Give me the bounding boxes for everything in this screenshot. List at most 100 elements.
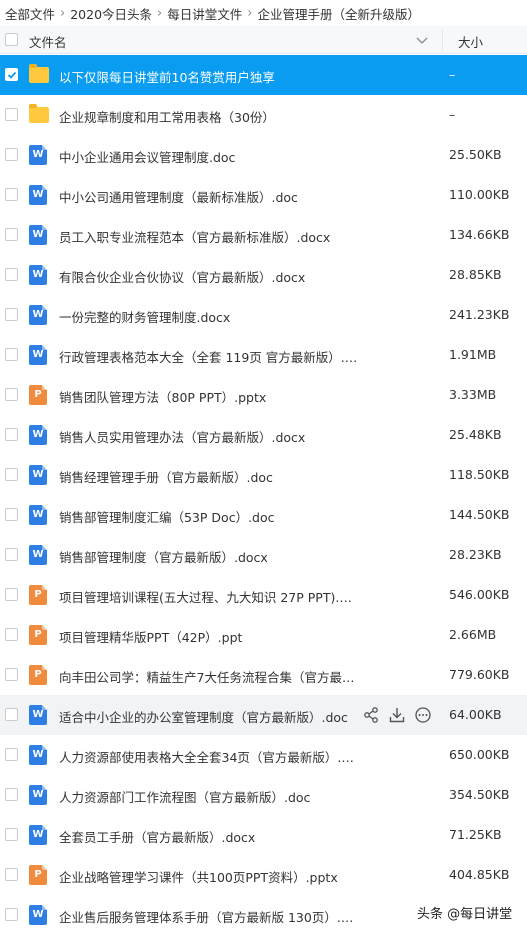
file-row[interactable]: W 销售部管理制度汇编（53P Doc）.doc 144.50KB: [0, 495, 527, 535]
file-name[interactable]: 员工入职专业流程范本（官方最新标准版）.docx: [59, 227, 359, 246]
column-header-name[interactable]: 文件名: [29, 32, 67, 51]
file-row[interactable]: W 销售部管理制度（官方最新版）.docx 28.23KB: [0, 535, 527, 575]
file-size: 546.00KB: [449, 587, 510, 602]
word-file-icon: W: [29, 825, 47, 845]
row-checkbox[interactable]: [5, 148, 18, 161]
row-checkbox[interactable]: [5, 428, 18, 441]
breadcrumb-daily-files[interactable]: 每日讲堂文件: [167, 4, 242, 23]
row-checkbox[interactable]: [5, 68, 18, 81]
file-row[interactable]: W 一份完整的财务管理制度.docx 241.23KB: [0, 295, 527, 335]
file-row[interactable]: W 全套员工手册（官方最新版）.docx 71.25KB: [0, 815, 527, 855]
row-checkbox[interactable]: [5, 748, 18, 761]
file-name[interactable]: 人力资源部门工作流程图（官方最新版）.doc: [59, 787, 359, 806]
file-row[interactable]: W 适合中小企业的办公室管理制度（官方最新版）.doc 64.00KB: [0, 695, 527, 735]
breadcrumb-all-files[interactable]: 全部文件: [5, 4, 55, 23]
file-size: –: [449, 67, 456, 82]
file-size: 71.25KB: [449, 827, 502, 842]
file-name[interactable]: 以下仅限每日讲堂前10名赞赏用户独享: [59, 67, 359, 86]
file-size: 25.48KB: [449, 427, 502, 442]
row-checkbox[interactable]: [5, 708, 18, 721]
file-row[interactable]: W 销售人员实用管理办法（官方最新版）.docx 25.48KB: [0, 415, 527, 455]
ppt-file-icon: P: [29, 625, 47, 645]
breadcrumb-separator: ›: [157, 5, 163, 21]
column-divider: [442, 30, 443, 50]
file-row[interactable]: W 人力资源部使用表格大全全套34页（官方最新版）.doc 650.00KB: [0, 735, 527, 775]
file-name[interactable]: 项目管理精华版PPT（42P）.ppt: [59, 627, 359, 646]
file-row[interactable]: W 中小企业通用会议管理制度.doc 25.50KB: [0, 135, 527, 175]
row-actions: [362, 706, 432, 724]
file-name[interactable]: 一份完整的财务管理制度.docx: [59, 307, 359, 326]
row-checkbox[interactable]: [5, 188, 18, 201]
file-size: 3.33MB: [449, 387, 497, 402]
row-checkbox[interactable]: [5, 308, 18, 321]
row-checkbox[interactable]: [5, 508, 18, 521]
more-icon[interactable]: [414, 706, 432, 724]
file-name[interactable]: 销售经理管理手册（官方最新版）.doc: [59, 467, 359, 486]
file-row[interactable]: P 项目管理培训课程(五大过程、九大知识 27P PPT).ppt 546.00KB: [0, 575, 527, 615]
file-name[interactable]: 有限合伙企业合伙协议（官方最新版）.docx: [59, 267, 359, 286]
row-checkbox[interactable]: [5, 588, 18, 601]
file-size: 1.91MB: [449, 347, 497, 362]
file-row[interactable]: P 企业战略管理学习课件（共100页PPT资料）.pptx 404.85KB: [0, 855, 527, 895]
word-file-icon: W: [29, 185, 47, 205]
file-name[interactable]: 全套员工手册（官方最新版）.docx: [59, 827, 359, 846]
row-checkbox[interactable]: [5, 348, 18, 361]
file-name[interactable]: 企业战略管理学习课件（共100页PPT资料）.pptx: [59, 867, 359, 886]
file-row[interactable]: 以下仅限每日讲堂前10名赞赏用户独享 –: [0, 55, 527, 95]
word-file-icon: W: [29, 145, 47, 165]
file-row[interactable]: W 中小公司通用管理制度（最新标准版）.doc 110.00KB: [0, 175, 527, 215]
row-checkbox[interactable]: [5, 908, 18, 921]
file-row[interactable]: W 员工入职专业流程范本（官方最新标准版）.docx 134.66KB: [0, 215, 527, 255]
file-name[interactable]: 中小公司通用管理制度（最新标准版）.doc: [59, 187, 359, 206]
download-icon[interactable]: [388, 706, 406, 724]
file-name[interactable]: 销售部管理制度汇编（53P Doc）.doc: [59, 507, 359, 526]
list-header: 文件名 大小: [0, 26, 527, 54]
file-name[interactable]: 销售团队管理方法（80P PPT）.pptx: [59, 387, 359, 406]
file-name[interactable]: 向丰田公司学：精益生产7大任务流程合集（官方最新...: [59, 667, 359, 686]
row-checkbox[interactable]: [5, 628, 18, 641]
file-name[interactable]: 企业规章制度和用工常用表格（30份）: [59, 107, 359, 126]
file-row[interactable]: P 向丰田公司学：精益生产7大任务流程合集（官方最新... 779.60KB: [0, 655, 527, 695]
file-name[interactable]: 适合中小企业的办公室管理制度（官方最新版）.doc: [59, 707, 359, 726]
row-checkbox[interactable]: [5, 548, 18, 561]
file-size: 354.50KB: [449, 787, 510, 802]
file-row[interactable]: P 项目管理精华版PPT（42P）.ppt 2.66MB: [0, 615, 527, 655]
row-checkbox[interactable]: [5, 228, 18, 241]
row-checkbox[interactable]: [5, 468, 18, 481]
row-checkbox[interactable]: [5, 268, 18, 281]
select-all-checkbox[interactable]: [5, 33, 18, 46]
share-icon[interactable]: [362, 706, 380, 724]
file-name[interactable]: 销售部管理制度（官方最新版）.docx: [59, 547, 359, 566]
file-name[interactable]: 销售人员实用管理办法（官方最新版）.docx: [59, 427, 359, 446]
folder-icon: [29, 64, 49, 83]
file-row[interactable]: W 行政管理表格范本大全（全套 119页 官方最新版）.doc 1.91MB: [0, 335, 527, 375]
chevron-down-icon[interactable]: [415, 33, 429, 47]
row-checkbox[interactable]: [5, 668, 18, 681]
row-checkbox[interactable]: [5, 108, 18, 121]
row-checkbox[interactable]: [5, 788, 18, 801]
file-row[interactable]: W 有限合伙企业合伙协议（官方最新版）.docx 28.85KB: [0, 255, 527, 295]
file-size: 650.00KB: [449, 747, 510, 762]
row-checkbox[interactable]: [5, 828, 18, 841]
column-header-size[interactable]: 大小: [458, 32, 483, 51]
breadcrumb-separator: ›: [247, 5, 253, 21]
ppt-file-icon: P: [29, 665, 47, 685]
watermark: 头条 @每日讲堂: [417, 907, 513, 922]
file-row[interactable]: W 人力资源部门工作流程图（官方最新版）.doc 354.50KB: [0, 775, 527, 815]
file-name[interactable]: 中小企业通用会议管理制度.doc: [59, 147, 359, 166]
file-name[interactable]: 企业售后服务管理体系手册（官方最新版 130页）.doc: [59, 907, 359, 926]
file-row[interactable]: 企业规章制度和用工常用表格（30份） –: [0, 95, 527, 135]
breadcrumb-2020[interactable]: 2020今日头条: [70, 4, 152, 23]
breadcrumb-separator: ›: [60, 5, 66, 21]
file-row[interactable]: P 销售团队管理方法（80P PPT）.pptx 3.33MB: [0, 375, 527, 415]
file-name[interactable]: 项目管理培训课程(五大过程、九大知识 27P PPT).ppt: [59, 587, 359, 606]
file-size: –: [449, 107, 456, 122]
file-name[interactable]: 行政管理表格范本大全（全套 119页 官方最新版）.doc: [59, 347, 359, 366]
row-checkbox[interactable]: [5, 868, 18, 881]
breadcrumb: 全部文件 › 2020今日头条 › 每日讲堂文件 › 企业管理手册（全新升级版）: [0, 0, 527, 26]
word-file-icon: W: [29, 265, 47, 285]
file-size: 2.66MB: [449, 627, 497, 642]
file-row[interactable]: W 销售经理管理手册（官方最新版）.doc 118.50KB: [0, 455, 527, 495]
file-name[interactable]: 人力资源部使用表格大全全套34页（官方最新版）.doc: [59, 747, 359, 766]
row-checkbox[interactable]: [5, 388, 18, 401]
